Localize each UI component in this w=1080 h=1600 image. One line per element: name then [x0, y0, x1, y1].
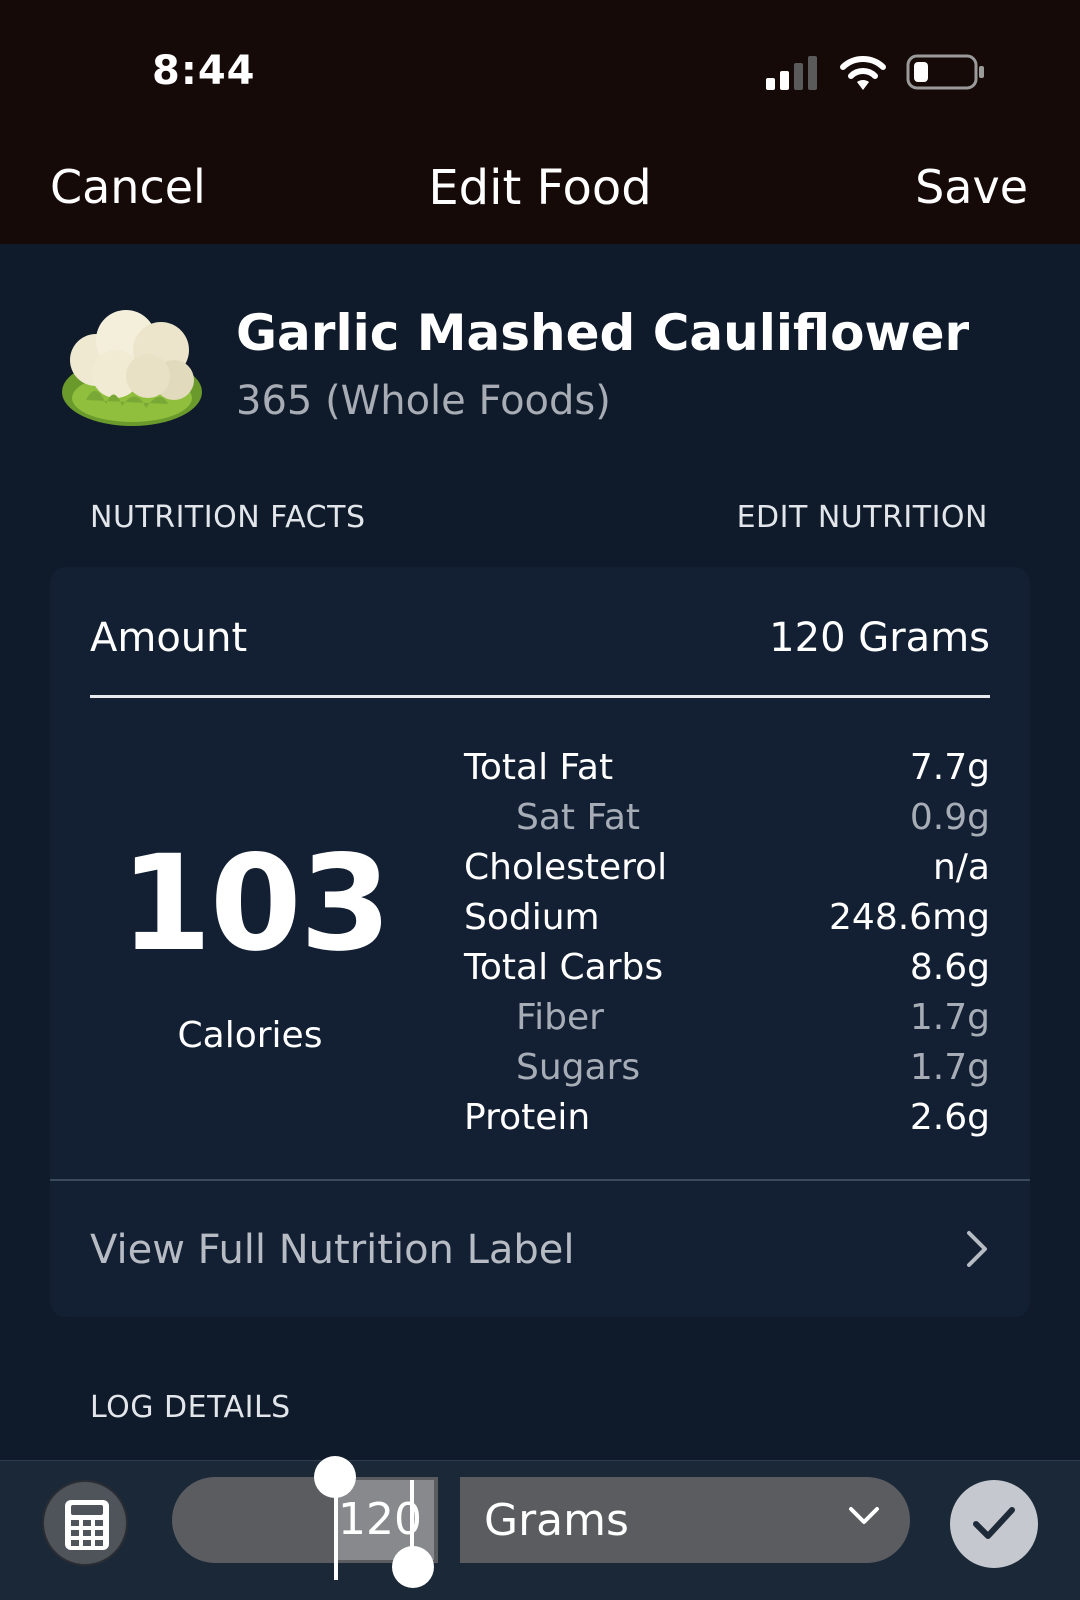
nutrient-row: Total Carbs 8.6g — [464, 943, 990, 993]
nutrient-value: 2.6g — [909, 1097, 990, 1138]
nutrient-name: Sodium — [464, 897, 600, 938]
nutrition-card: Amount 120 Grams 103 Calories Total Fat … — [50, 567, 1030, 1317]
cauliflower-icon — [62, 310, 202, 426]
nutrition-facts-header: NUTRITION FACTS — [90, 500, 366, 535]
wifi-icon — [840, 56, 886, 90]
nutrient-row: Sat Fat 0.9g — [464, 793, 990, 843]
nutrient-name: Total Carbs — [464, 947, 664, 988]
nutrient-row: Protein 2.6g — [464, 1093, 990, 1143]
quantity-value[interactable]: 120 — [338, 1494, 422, 1545]
nutrient-name: Sat Fat — [516, 797, 641, 838]
nutrient-row: Total Fat 7.7g — [464, 743, 990, 793]
nutrient-row: Sugars 1.7g — [464, 1043, 990, 1093]
unit-value: Grams — [484, 1495, 629, 1546]
amount-value[interactable]: 120 Grams — [769, 615, 990, 661]
view-full-nutrition-link[interactable]: View Full Nutrition Label — [90, 1227, 575, 1273]
selection-start-handle[interactable] — [314, 1456, 356, 1498]
nutrient-name: Total Fat — [464, 747, 614, 788]
nutrient-name: Cholesterol — [464, 847, 668, 888]
nutrient-value: n/a — [932, 847, 990, 888]
nutrient-value: 7.7g — [909, 747, 990, 788]
nutrient-value: 248.6mg — [829, 897, 990, 938]
nutrient-list: Total Fat 7.7g Sat Fat 0.9g Cholesterol … — [464, 743, 990, 1143]
nutrient-name: Sugars — [516, 1047, 641, 1088]
log-details-header: LOG DETAILS — [90, 1390, 291, 1425]
cancel-button[interactable]: Cancel — [50, 160, 206, 214]
chevron-right-icon[interactable] — [964, 1229, 990, 1269]
nutrient-value: 1.7g — [909, 997, 990, 1038]
nutrient-value: 1.7g — [909, 1047, 990, 1088]
card-divider — [50, 1179, 1030, 1181]
chevron-down-icon — [849, 1507, 879, 1524]
calculator-button[interactable] — [42, 1480, 128, 1566]
nutrient-row: Fiber 1.7g — [464, 993, 990, 1043]
status-time: 8:44 — [152, 48, 256, 94]
calculator-icon — [65, 1500, 109, 1550]
cellular-signal-icon — [766, 56, 817, 90]
food-brand: 365 (Whole Foods) — [236, 378, 611, 424]
calories-label: Calories — [177, 1015, 323, 1056]
nutrient-name: Protein — [464, 1097, 591, 1138]
edit-nutrition-link[interactable]: EDIT NUTRITION — [737, 500, 988, 535]
confirm-button[interactable] — [950, 1480, 1038, 1568]
nutrient-row: Cholesterol n/a — [464, 843, 990, 893]
unit-dropdown[interactable]: Grams — [460, 1477, 910, 1563]
battery-icon — [906, 54, 984, 90]
nutrient-value: 8.6g — [909, 947, 990, 988]
checkmark-icon — [973, 1507, 1015, 1539]
food-name: Garlic Mashed Cauliflower — [236, 304, 970, 362]
selection-end-handle[interactable] — [392, 1546, 434, 1588]
nutrient-value: 0.9g — [909, 797, 990, 838]
calories-value: 103 — [120, 827, 392, 981]
amount-divider — [90, 695, 990, 698]
nutrient-row: Sodium 248.6mg — [464, 893, 990, 943]
nutrient-name: Fiber — [516, 997, 604, 1038]
save-button[interactable]: Save — [915, 160, 1028, 214]
amount-label: Amount — [90, 615, 248, 661]
